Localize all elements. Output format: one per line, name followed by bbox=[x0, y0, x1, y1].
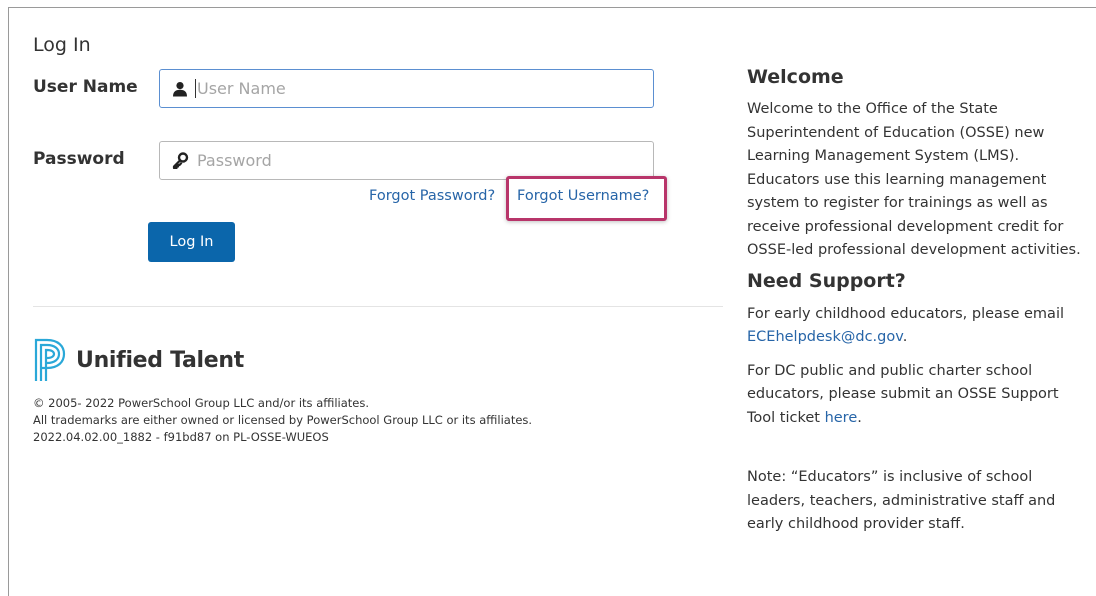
forgot-username-link[interactable]: Forgot Username? bbox=[517, 188, 649, 204]
forgot-password-link[interactable]: Forgot Password? bbox=[369, 188, 495, 204]
brand-name: Unified Talent bbox=[76, 347, 244, 373]
copyright-text: © 2005- 2022 PowerSchool Group LLC and/o… bbox=[33, 396, 370, 410]
page-title: Log In bbox=[33, 34, 91, 56]
username-input[interactable] bbox=[197, 79, 637, 98]
version-text: 2022.04.02.00_1882 - f91bd87 on PL-OSSE-… bbox=[33, 430, 329, 444]
powerschool-p-icon bbox=[34, 338, 66, 381]
password-field[interactable] bbox=[159, 141, 654, 180]
support-heading: Need Support? bbox=[747, 269, 906, 292]
footer: © 2005- 2022 PowerSchool Group LLC and/o… bbox=[33, 395, 543, 446]
trademark-text: All trademarks are either owned or licen… bbox=[33, 413, 533, 427]
password-input[interactable] bbox=[197, 151, 637, 170]
info-panel: Welcome Welcome to the Office of the Sta… bbox=[747, 66, 1087, 537]
user-icon bbox=[173, 81, 187, 96]
support-tool-link[interactable]: here bbox=[825, 410, 858, 426]
login-button[interactable]: Log In bbox=[148, 222, 235, 262]
support-paragraph-2: For DC public and public charter school … bbox=[747, 362, 1059, 426]
username-field[interactable] bbox=[159, 69, 654, 108]
welcome-text: Welcome to the Office of the State Super… bbox=[747, 101, 1081, 258]
key-icon bbox=[172, 152, 189, 169]
welcome-heading: Welcome bbox=[747, 66, 844, 88]
note-text: Note: “Educators” is inclusive of school… bbox=[747, 469, 1056, 532]
support-email-link[interactable]: ECEhelpdesk@dc.gov bbox=[747, 329, 903, 345]
login-page: Log In User Name Password Forgot Passwor… bbox=[8, 7, 1096, 596]
support-paragraph-1: For early childhood educators, please em… bbox=[747, 305, 1064, 346]
username-label: User Name bbox=[33, 77, 138, 97]
brand-logo: Unified Talent bbox=[33, 337, 244, 383]
divider bbox=[33, 306, 723, 307]
text-caret bbox=[195, 79, 196, 98]
password-label: Password bbox=[33, 149, 125, 169]
